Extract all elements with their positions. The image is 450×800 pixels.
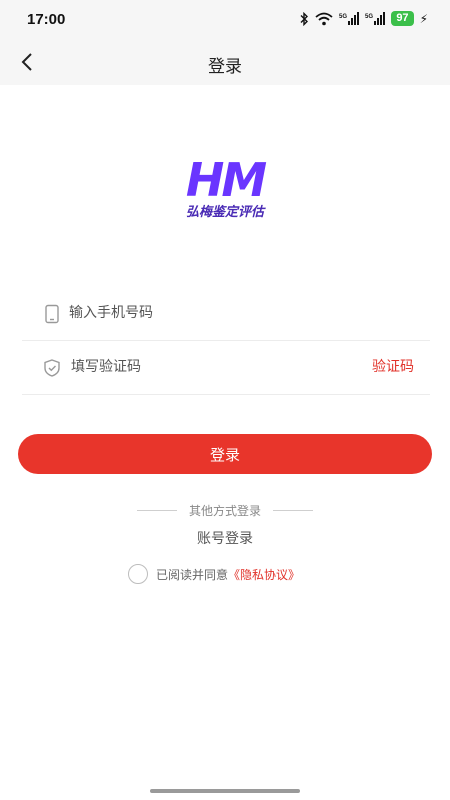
charging-icon: ⚡ <box>419 11 428 26</box>
agreement-row: 已阅读并同意 《隐私协议》 <box>128 564 300 584</box>
signal-5g-icon: 5G <box>339 11 360 25</box>
svg-text:5G: 5G <box>365 14 373 20</box>
divider-line-left <box>136 509 177 511</box>
signal-5g-icon: 5G <box>365 11 386 25</box>
bluetooth-icon <box>300 11 309 26</box>
brand-logo: HM 弘梅鉴定评估 <box>186 153 269 220</box>
status-icons: 5G 5G 97 ⚡ <box>299 11 428 26</box>
home-indicator[interactable] <box>150 789 300 793</box>
phone-icon <box>45 304 59 324</box>
agreement-checkbox[interactable] <box>128 564 148 584</box>
wifi-icon <box>315 12 333 25</box>
shield-check-icon <box>44 359 60 377</box>
login-button[interactable]: 登录 <box>18 434 432 474</box>
nav-bar: 登录 <box>0 40 450 85</box>
phone-field[interactable]: 输入手机号码 <box>22 287 430 341</box>
battery-indicator: 97 <box>391 11 414 26</box>
status-bar: 17:00 5G 5G 97 ⚡ <box>0 0 450 40</box>
code-input-placeholder: 填写验证码 <box>71 359 141 375</box>
logo-letters: HM <box>186 153 266 207</box>
get-code-button[interactable]: 验证码 <box>372 356 414 376</box>
logo-caption: 弘梅鉴定评估 <box>186 204 266 220</box>
page-title: 登录 <box>208 57 242 77</box>
other-methods-divider: 其他方式登录 <box>0 501 450 519</box>
code-field[interactable]: 填写验证码 验证码 <box>22 341 430 395</box>
agreement-text: 已阅读并同意 <box>156 567 229 582</box>
divider-line-right <box>273 509 313 511</box>
svg-text:5G: 5G <box>339 14 347 20</box>
phone-input-placeholder: 输入手机号码 <box>69 305 153 321</box>
status-time: 17:00 <box>27 11 66 28</box>
other-methods-label: 其他方式登录 <box>188 503 261 518</box>
account-login-link[interactable]: 账号登录 <box>0 528 450 548</box>
privacy-policy-link[interactable]: 《隐私协议》 <box>228 566 300 583</box>
